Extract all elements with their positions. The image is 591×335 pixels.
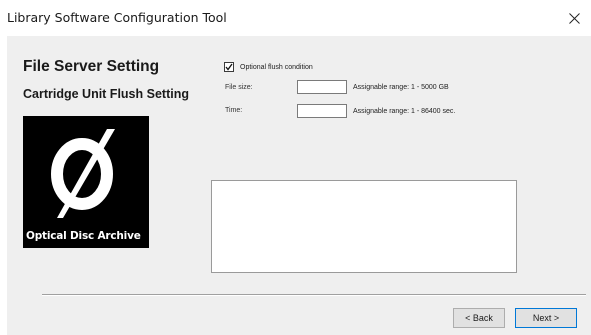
optional-flush-row[interactable]: Optional flush condition [224,62,313,72]
time-range: Assignable range: 1 - 86400 sec. [353,108,456,115]
time-input[interactable] [297,104,347,118]
close-icon [568,12,580,24]
back-button[interactable]: < Back [453,308,505,328]
page-subtitle: Cartridge Unit Flush Setting [23,87,189,101]
title-bar: Library Software Configuration Tool [0,0,591,36]
next-button[interactable]: Next > [515,308,577,328]
close-button[interactable] [563,8,585,28]
time-label: Time: [225,107,243,114]
optional-flush-checkbox[interactable] [224,62,234,72]
footer-divider [42,294,586,296]
message-area[interactable] [211,180,517,273]
file-size-range: Assignable range: 1 - 5000 GB [353,84,449,91]
file-size-input[interactable] [297,80,347,94]
window-title: Library Software Configuration Tool [7,10,227,25]
logo-caption: Optical Disc Archive [26,230,141,242]
file-size-label: File size: [225,84,253,91]
disc-slash-icon [51,129,115,218]
config-tool-window: Library Software Configuration Tool File… [0,0,591,335]
page-title: File Server Setting [23,58,160,75]
optional-flush-label: Optional flush condition [240,63,313,71]
content-panel: File Server Setting Cartridge Unit Flush… [7,36,591,335]
optical-disc-archive-logo: Optical Disc Archive [23,116,149,248]
checkmark-icon [225,63,233,71]
